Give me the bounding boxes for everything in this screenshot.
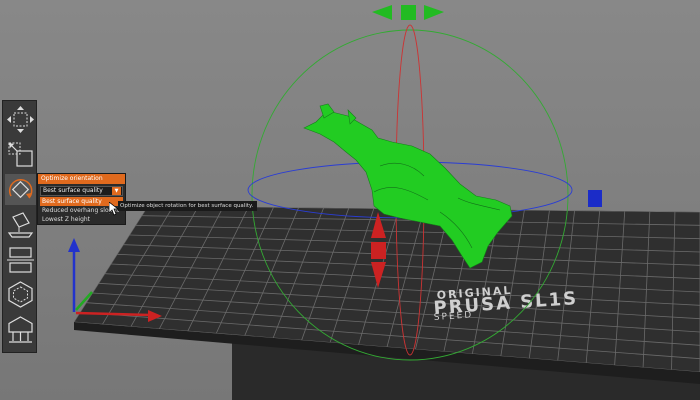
rotate-handle-right[interactable] — [588, 190, 602, 207]
support-points-icon — [8, 316, 33, 343]
rotate-tool-button[interactable] — [5, 174, 36, 205]
move-tool-button[interactable] — [5, 104, 36, 135]
optimize-orientation-selected-value: Best surface quality — [43, 187, 103, 194]
hollow-icon — [8, 281, 33, 308]
move-icon — [7, 106, 34, 133]
dropdown-option-lowest-z-height[interactable]: Lowest Z height — [40, 215, 123, 224]
cut-tool-button[interactable] — [5, 244, 36, 275]
support-points-tool-button[interactable] — [5, 314, 36, 345]
optimize-orientation-title: Optimize orientation — [38, 174, 125, 184]
rotate-icon — [8, 179, 33, 199]
optimize-orientation-panel: Optimize orientation Best surface qualit… — [37, 173, 126, 225]
scale-tool-button[interactable] — [5, 139, 36, 170]
mouse-cursor-icon — [109, 202, 119, 216]
place-on-face-icon — [7, 212, 34, 238]
dropdown-arrow-icon[interactable]: ▼ — [112, 187, 121, 195]
cut-icon — [7, 247, 34, 273]
option-tooltip: Optimize object rotation for best surfac… — [118, 201, 257, 211]
scale-icon — [8, 142, 33, 167]
hollow-tool-button[interactable] — [5, 279, 36, 310]
optimize-orientation-select[interactable]: Best surface quality ▼ — [40, 186, 123, 196]
place-on-face-tool-button[interactable] — [5, 209, 36, 240]
gizmo-toolbar — [2, 100, 37, 353]
